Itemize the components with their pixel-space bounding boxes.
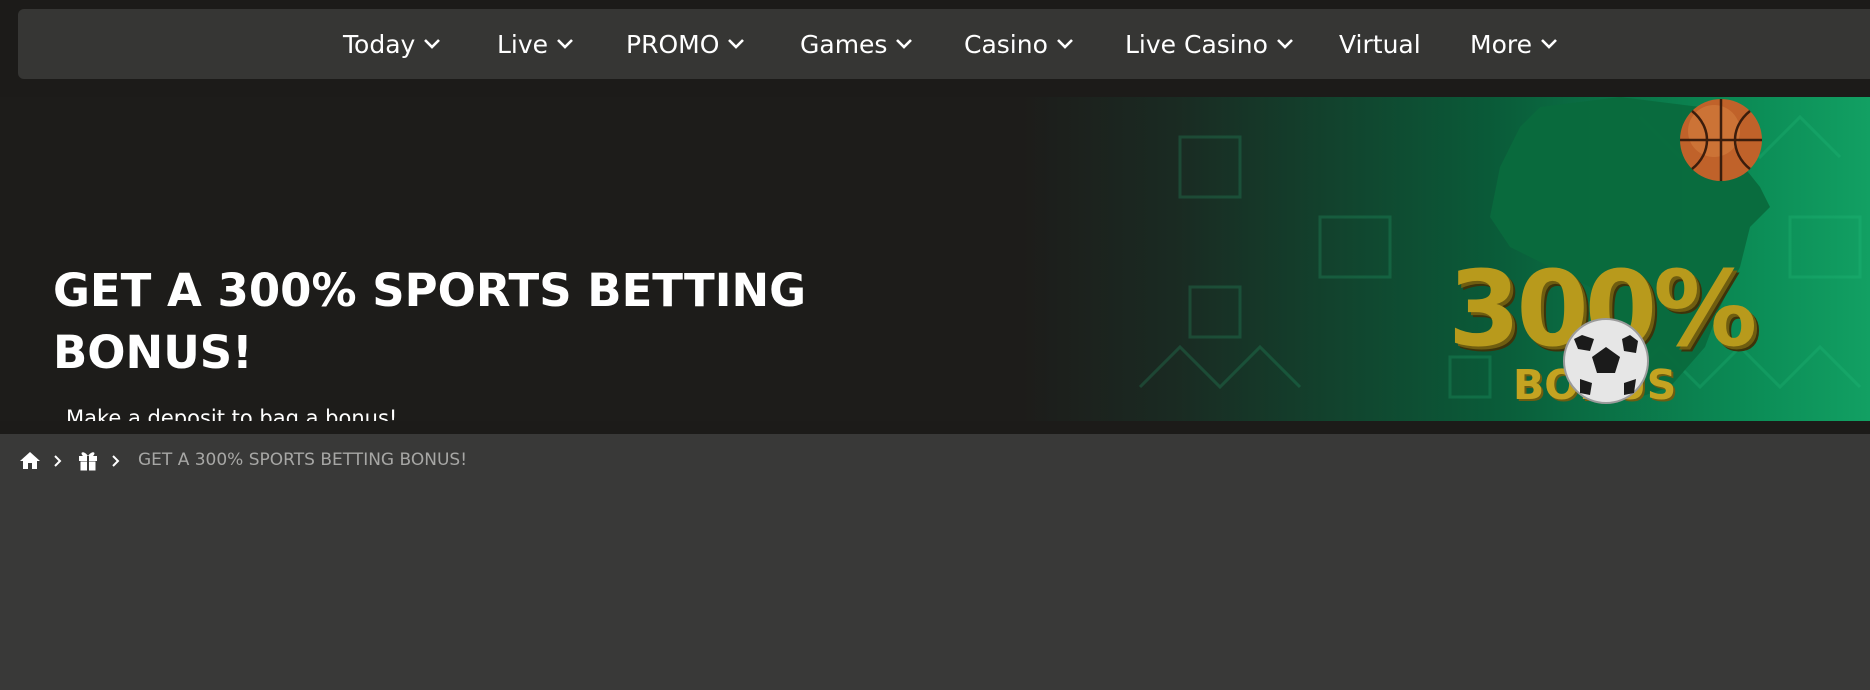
page-subtitle: Make a deposit to bag a bonus!	[66, 406, 398, 421]
home-icon[interactable]	[19, 451, 41, 474]
nav-item-today[interactable]: Today	[343, 9, 441, 79]
divider	[0, 421, 1870, 434]
nav-item-label: Today	[343, 29, 416, 59]
page-title: GET A 300% SPORTS BETTING BONUS!	[53, 264, 807, 379]
nav-item-label: PROMO	[626, 29, 720, 59]
soccer-ball-icon	[1563, 318, 1649, 404]
chevron-down-icon	[423, 38, 441, 50]
nav-item-label: Games	[800, 29, 888, 59]
nav-item-virtual[interactable]: Virtual	[1339, 9, 1421, 79]
main-navigation: Today Live PROMO Games Casino Live Casin…	[18, 9, 1870, 79]
nav-item-live[interactable]: Live	[497, 9, 574, 79]
chevron-down-icon	[727, 38, 745, 50]
basketball-icon	[1680, 99, 1762, 181]
promo-hero: 300% BONUS GET A 300% SPORTS BETTING BON…	[0, 97, 1870, 421]
nav-item-games[interactable]: Games	[800, 9, 913, 79]
nav-item-promo[interactable]: PROMO	[626, 9, 745, 79]
breadcrumb-current: GET A 300% SPORTS BETTING BONUS!	[138, 450, 468, 470]
breadcrumb: GET A 300% SPORTS BETTING BONUS!	[0, 434, 1870, 488]
nav-item-label: More	[1470, 29, 1532, 59]
chevron-down-icon	[1540, 38, 1558, 50]
nav-item-label: Live	[497, 29, 549, 59]
chevron-down-icon	[556, 38, 574, 50]
nav-item-label: Live Casino	[1125, 29, 1268, 59]
chevron-down-icon	[1276, 38, 1294, 50]
chevron-right-icon	[53, 453, 63, 472]
nav-item-label: Virtual	[1339, 29, 1421, 59]
gift-icon[interactable]	[78, 450, 98, 475]
nav-item-label: Casino	[964, 29, 1048, 59]
nav-item-more[interactable]: More	[1470, 9, 1558, 79]
chevron-down-icon	[895, 38, 913, 50]
nav-item-casino[interactable]: Casino	[964, 9, 1074, 79]
chevron-down-icon	[1056, 38, 1074, 50]
chevron-right-icon	[111, 453, 121, 472]
nav-item-live-casino[interactable]: Live Casino	[1125, 9, 1294, 79]
